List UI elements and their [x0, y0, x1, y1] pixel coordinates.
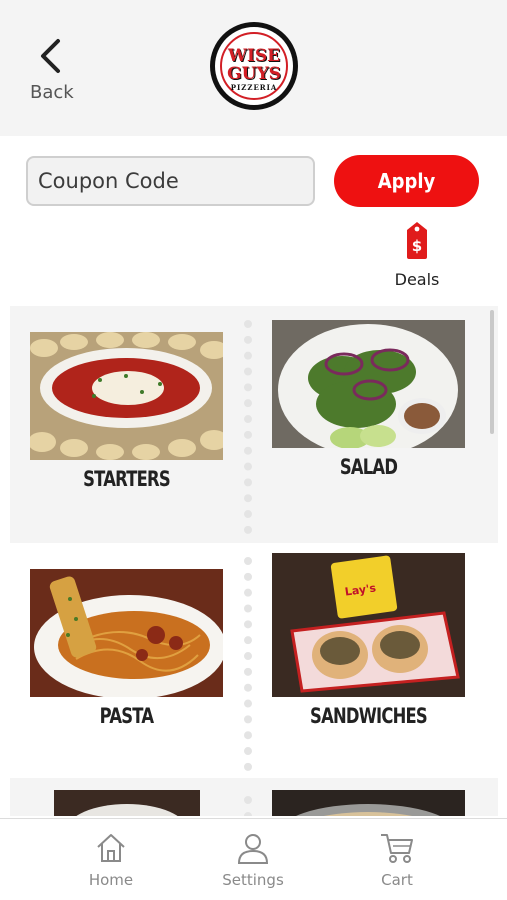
deals-button[interactable]: $ Deals	[390, 220, 444, 296]
category-tile-starters[interactable]: STARTERS	[30, 332, 223, 491]
svg-text:$: $	[412, 237, 422, 255]
apply-coupon-button[interactable]: Apply	[334, 155, 479, 207]
nav-home-label: Home	[88, 871, 134, 889]
deals-label: Deals	[394, 270, 440, 289]
category-row: PASTA Lay's SANDWICHES	[10, 543, 498, 778]
price-tag-dollar-icon: $	[407, 222, 427, 259]
home-icon	[97, 834, 125, 862]
chevron-left-icon	[41, 39, 60, 73]
category-photo	[54, 790, 200, 816]
nav-cart[interactable]: Cart	[342, 831, 452, 889]
salad-photo	[272, 320, 465, 448]
category-tile-pasta[interactable]: PASTA	[30, 569, 223, 728]
category-label: PASTA	[99, 704, 154, 728]
category-row	[10, 778, 498, 816]
starters-photo	[30, 332, 223, 460]
back-label: Back	[30, 82, 74, 103]
nav-settings[interactable]: Settings	[198, 831, 308, 889]
bottom-nav: Home Settings Cart	[0, 818, 507, 900]
pasta-photo	[30, 569, 223, 697]
category-row: STARTERS SALAD	[10, 306, 498, 543]
cart-icon	[381, 834, 413, 863]
category-label: SALAD	[339, 455, 398, 479]
nav-home[interactable]: Home	[56, 831, 166, 889]
sandwiches-photo: Lay's	[272, 553, 465, 697]
category-grid: STARTERS SALAD PASTA Lay's SANDWICHES	[10, 306, 498, 816]
category-tile-sandwiches[interactable]: Lay's SANDWICHES	[272, 553, 465, 728]
column-divider	[244, 320, 252, 534]
category-label: STARTERS	[83, 467, 171, 491]
column-divider	[244, 557, 252, 771]
column-divider	[244, 796, 252, 816]
user-icon	[237, 834, 269, 864]
coupon-code-input[interactable]	[26, 156, 315, 206]
logo-text-line2: GUYS	[227, 64, 281, 84]
logo-text-line1: WISE	[227, 46, 281, 66]
pizzeria-logo: WISE GUYS PIZZERIA	[210, 22, 298, 110]
logo-text-line3: PIZZERIA	[230, 83, 278, 92]
header: Back WISE GUYS PIZZERIA	[0, 0, 507, 136]
nav-settings-label: Settings	[222, 871, 284, 889]
category-tile[interactable]	[54, 790, 200, 816]
category-tile-salad[interactable]: SALAD	[272, 320, 465, 479]
back-button[interactable]: Back	[22, 38, 92, 110]
category-tile[interactable]	[272, 790, 465, 816]
category-photo	[272, 790, 465, 816]
nav-cart-label: Cart	[381, 871, 413, 889]
scrollbar[interactable]	[490, 310, 494, 434]
category-label: SANDWICHES	[310, 704, 428, 728]
